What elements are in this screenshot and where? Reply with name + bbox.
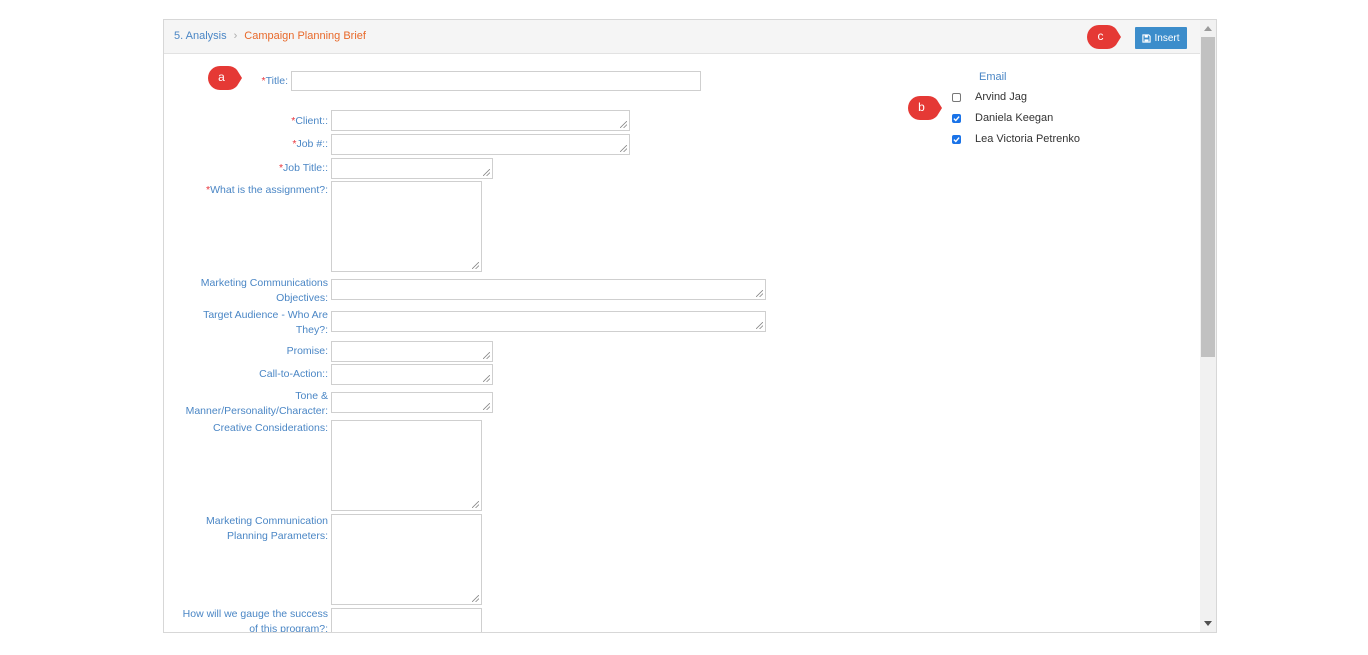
breadcrumb-current: Campaign Planning Brief [244,30,366,42]
vertical-scrollbar[interactable] [1200,20,1216,632]
gauge-textarea[interactable] [331,608,482,632]
resize-grip-icon [472,501,479,508]
email-heading: Email [979,71,1007,83]
breadcrumb-chevron-icon: › [233,30,238,42]
title-input[interactable] [291,71,701,91]
resize-grip-icon [483,375,490,382]
recipient-name: Arvind Jag [975,91,1027,103]
job-title-label: *Job Title:: [278,162,328,174]
resize-grip-icon [756,290,763,297]
recipient-name: Daniela Keegan [975,112,1054,124]
cta-textarea[interactable] [331,364,493,385]
target-audience-textarea[interactable] [331,311,766,332]
scroll-down-arrow-icon[interactable] [1204,621,1212,626]
annotation-c-marker: c [1087,24,1121,50]
scroll-up-arrow-icon[interactable] [1204,26,1212,31]
breadcrumb-parent-link[interactable]: 5. Analysis [174,30,227,42]
check-icon [953,115,960,122]
email-recipient-row[interactable]: Arvind Jag [952,91,1027,103]
mc-planning-textarea[interactable] [331,514,482,605]
job-number-textarea[interactable] [331,134,630,155]
resize-grip-icon [472,595,479,602]
cta-label: Call-to-Action:: [259,368,328,380]
resize-grip-icon [620,145,627,152]
save-icon [1142,33,1152,43]
mc-objectives-textarea[interactable] [331,279,766,300]
resize-grip-icon [756,322,763,329]
email-recipient-row[interactable]: Lea Victoria Petrenko [952,133,1080,145]
client-textarea[interactable] [331,110,630,131]
job-number-label: *Job #:: [292,138,328,150]
resize-grip-icon [483,403,490,410]
tone-label: Tone & Manner/Personality/Character: [185,390,328,417]
form-panel: 5. Analysis › Campaign Planning Brief In… [163,19,1217,633]
gauge-label: How will we gauge the success of this pr… [182,608,328,633]
assignment-textarea[interactable] [331,181,482,272]
resize-grip-icon [483,352,490,359]
resize-grip-icon [483,169,490,176]
job-title-textarea[interactable] [331,158,493,179]
email-recipient-row[interactable]: Daniela Keegan [952,112,1053,124]
insert-button[interactable]: Insert [1135,27,1187,49]
target-audience-label: Target Audience - Who Are They?: [203,309,328,336]
annotation-a-marker: a [208,65,242,91]
recipient-checkbox[interactable] [952,92,961,102]
scroll-thumb[interactable] [1201,37,1215,357]
promise-textarea[interactable] [331,341,493,362]
check-icon [953,136,960,143]
client-label: *Client:: [291,115,328,127]
recipient-name: Lea Victoria Petrenko [975,133,1080,145]
creative-label: Creative Considerations: [213,422,328,434]
assignment-label: *What is the assignment?: [206,184,328,196]
creative-textarea[interactable] [331,420,482,511]
resize-grip-icon [472,262,479,269]
tone-textarea[interactable] [331,392,493,413]
recipient-checkbox[interactable] [952,134,961,144]
panel-header: 5. Analysis › Campaign Planning Brief In… [164,20,1200,54]
annotation-b-marker: b [908,95,942,121]
recipient-checkbox[interactable] [952,113,961,123]
insert-button-label: Insert [1154,32,1180,44]
resize-grip-icon [620,121,627,128]
mc-planning-label: Marketing Communication Planning Paramet… [206,515,328,542]
mc-objectives-label: Marketing Communications Objectives: [200,277,328,304]
promise-label: Promise: [286,345,328,357]
breadcrumb: 5. Analysis › Campaign Planning Brief [174,30,366,42]
